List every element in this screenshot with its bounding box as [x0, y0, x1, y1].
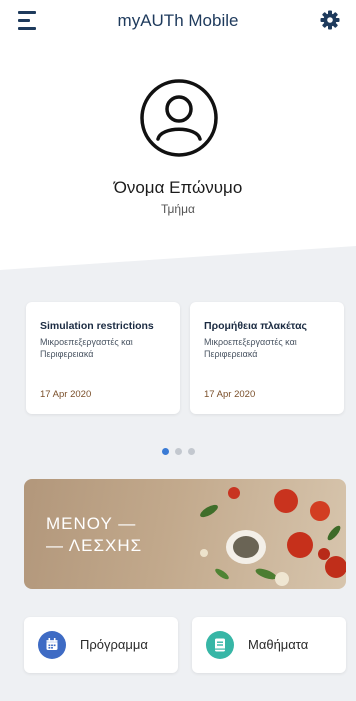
announcement-card[interactable]: Simulation restrictions Μικροεπεξεργαστέ…: [26, 302, 180, 414]
banner-line-2: — ΛΕΣΧΗΣ: [46, 536, 143, 555]
announcement-date: 17 Apr 2020: [40, 389, 92, 400]
announcement-title: Προμήθεια πλακέτας: [204, 320, 307, 332]
announcement-date: 17 Apr 2020: [204, 389, 256, 400]
carousel-dot-3[interactable]: [187, 448, 195, 455]
announcement-title: Simulation restrictions: [40, 320, 154, 332]
app-header: myAUTh Mobile: [0, 0, 356, 44]
banner-text: ΜΕΝΟΥ — — ΛΕΣΧΗΣ: [46, 513, 142, 557]
app-title: myAUTh Mobile: [117, 11, 239, 30]
schedule-label: Πρόγραμμα: [80, 637, 148, 652]
user-name: Όνομα Επώνυμο: [113, 178, 243, 197]
courses-button[interactable]: Μαθήματα: [192, 617, 346, 673]
user-department: Τμήμα: [161, 202, 195, 216]
schedule-button[interactable]: Πρόγραμμα: [24, 617, 178, 673]
club-menu-banner[interactable]: ΜΕΝΟΥ — — ΛΕΣΧΗΣ: [24, 479, 346, 589]
book-icon: [206, 631, 234, 659]
carousel-dot-2[interactable]: [174, 448, 182, 455]
announcement-card[interactable]: Προμήθεια πλακέτας Μικροεπεξεργαστές και…: [190, 302, 344, 414]
calendar-icon: [38, 631, 66, 659]
carousel-dot-1[interactable]: [161, 448, 169, 455]
announcement-course: Μικροεπεξεργαστές και Περιφερειακά: [40, 337, 133, 359]
courses-label: Μαθήματα: [248, 637, 309, 652]
user-avatar-icon: [140, 79, 218, 157]
carousel-indicator: [0, 448, 356, 455]
gear-icon[interactable]: [318, 8, 342, 32]
banner-line-1: ΜΕΝΟΥ —: [46, 514, 137, 533]
announcement-course: Μικροεπεξεργαστές και Περιφερειακά: [204, 337, 297, 359]
